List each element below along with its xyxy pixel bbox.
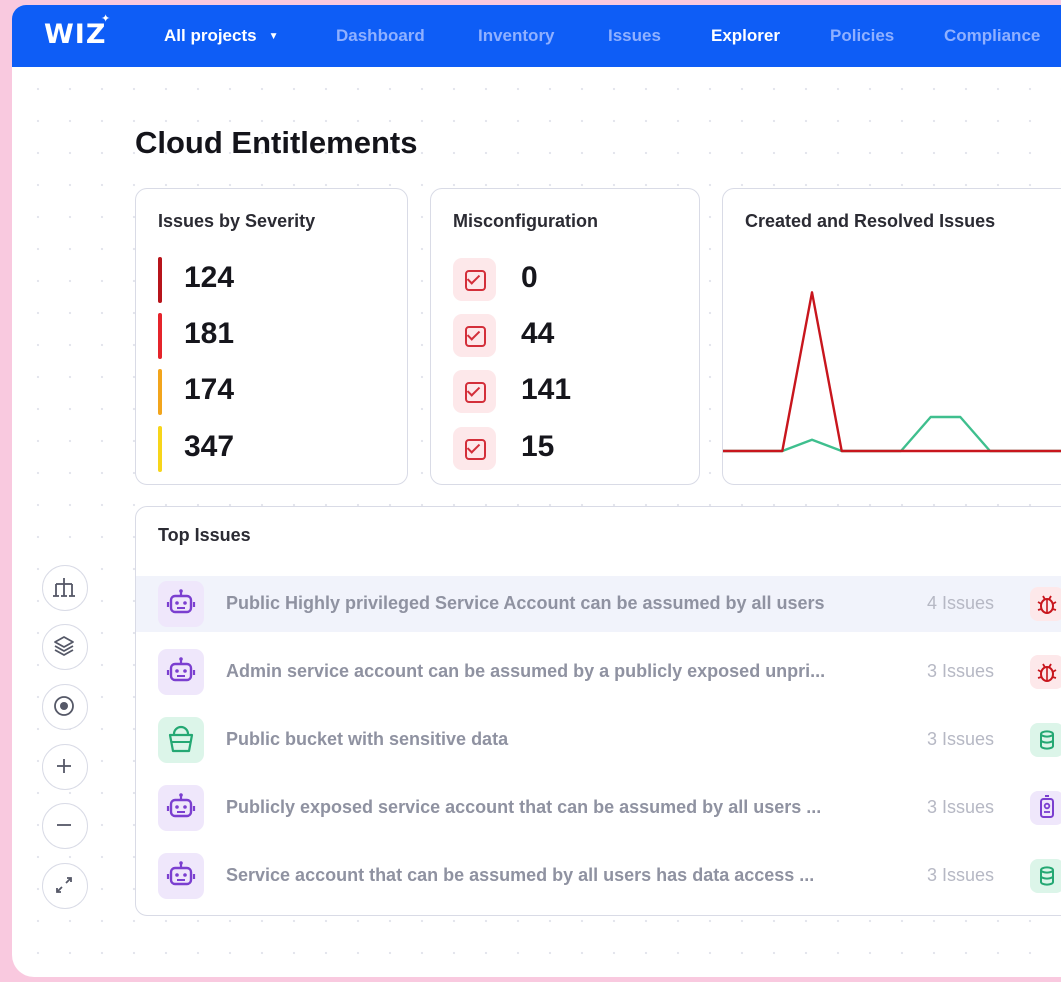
- misconfiguration-card-title: Misconfiguration: [453, 211, 598, 231]
- robot-icon: [158, 649, 204, 695]
- trend-series-line-1: [723, 415, 1061, 453]
- page-title: Cloud Entitlements: [135, 125, 418, 160]
- misconfiguration-card: Misconfiguration 0 44 141 15: [430, 188, 700, 485]
- issue-row[interactable]: Public Highly privileged Service Account…: [136, 576, 1061, 632]
- issue-title[interactable]: Public bucket with sensitive data: [226, 729, 508, 750]
- issue-row[interactable]: Publicly exposed service account that ca…: [136, 780, 1061, 836]
- issue-count: 3 Issues: [927, 865, 995, 885]
- severity-bar-critical: [158, 257, 162, 303]
- nav-dashboard[interactable]: Dashboard: [336, 5, 425, 67]
- issue-count: 4 Issues: [927, 593, 995, 613]
- trend-card: Created and Resolved Issues: [722, 188, 1061, 485]
- issue-title[interactable]: Publicly exposed service account that ca…: [226, 797, 821, 818]
- target-icon[interactable]: [42, 684, 88, 730]
- issue-title[interactable]: Service account that can be assumed by a…: [226, 865, 814, 886]
- severity-bar-low: [158, 426, 162, 472]
- issue-title[interactable]: Admin service account can be assumed by …: [226, 661, 825, 682]
- wiz-logo[interactable]: WIZ ✦: [44, 12, 110, 50]
- layers-icon[interactable]: [42, 624, 88, 670]
- severity-card-title: Issues by Severity: [158, 211, 316, 231]
- app-window: WIZ ✦ All projects ▼ Dashboard Inventory …: [12, 5, 1061, 977]
- severity-value: 181: [184, 317, 235, 350]
- top-issues-card: Top Issues Public Highly privileged Serv…: [135, 506, 1061, 916]
- checkbox-icon: [453, 314, 496, 357]
- severity-value: 124: [184, 261, 235, 294]
- misconfiguration-value: 0: [521, 261, 538, 294]
- zoom-out-icon[interactable]: [42, 803, 88, 849]
- misconfiguration-value: 15: [521, 430, 555, 463]
- top-nav-bar: WIZ ✦ All projects ▼ Dashboard Inventory …: [12, 5, 1061, 67]
- issue-row[interactable]: Public bucket with sensitive data 3 Issu…: [136, 712, 1061, 768]
- robot-icon: [158, 581, 204, 627]
- nav-issues[interactable]: Issues: [608, 5, 661, 67]
- checkbox-icon: [453, 427, 496, 470]
- project-selector[interactable]: All projects ▼: [164, 5, 279, 67]
- checkbox-icon: [453, 258, 496, 301]
- misconfiguration-value: 141: [521, 373, 572, 406]
- severity-value: 347: [184, 430, 235, 463]
- nav-explorer[interactable]: Explorer: [711, 5, 780, 67]
- severity-value: 174: [184, 373, 235, 406]
- trend-series-line-0: [723, 291, 1061, 453]
- severity-bar-high: [158, 313, 162, 359]
- top-issues-title: Top Issues: [158, 525, 251, 545]
- zoom-in-icon[interactable]: [42, 744, 88, 790]
- database-icon[interactable]: [1030, 859, 1061, 893]
- database-icon[interactable]: [1030, 723, 1061, 757]
- robot-icon: [158, 853, 204, 899]
- nav-policies[interactable]: Policies: [830, 5, 894, 67]
- misconfiguration-value: 44: [521, 317, 555, 350]
- nav-compliance[interactable]: Compliance: [944, 5, 1040, 67]
- bug-icon[interactable]: [1030, 655, 1061, 689]
- logo-text: WIZ: [44, 19, 107, 50]
- issue-row[interactable]: Admin service account can be assumed by …: [136, 644, 1061, 700]
- nav-inventory[interactable]: Inventory: [478, 5, 555, 67]
- trend-chart[interactable]: [723, 189, 1061, 484]
- caret-down-icon: ▼: [268, 31, 279, 42]
- issue-count: 3 Issues: [927, 797, 995, 817]
- hierarchy-icon[interactable]: [42, 565, 88, 611]
- issue-row[interactable]: Service account that can be assumed by a…: [136, 848, 1061, 904]
- severity-card: Issues by Severity 124 181 174 347: [135, 188, 408, 485]
- bucket-icon: [158, 717, 204, 763]
- robot-icon: [158, 785, 204, 831]
- issue-count: 3 Issues: [927, 729, 995, 749]
- id-badge-icon[interactable]: [1030, 791, 1061, 825]
- expand-icon[interactable]: [42, 863, 88, 909]
- issue-count: 3 Issues: [927, 661, 995, 681]
- bug-icon[interactable]: [1030, 587, 1061, 621]
- project-selector-label: All projects: [164, 26, 257, 45]
- severity-bar-medium: [158, 369, 162, 415]
- logo-sparkle-icon: ✦: [101, 12, 112, 25]
- checkbox-icon: [453, 370, 496, 413]
- issue-title[interactable]: Public Highly privileged Service Account…: [226, 593, 825, 614]
